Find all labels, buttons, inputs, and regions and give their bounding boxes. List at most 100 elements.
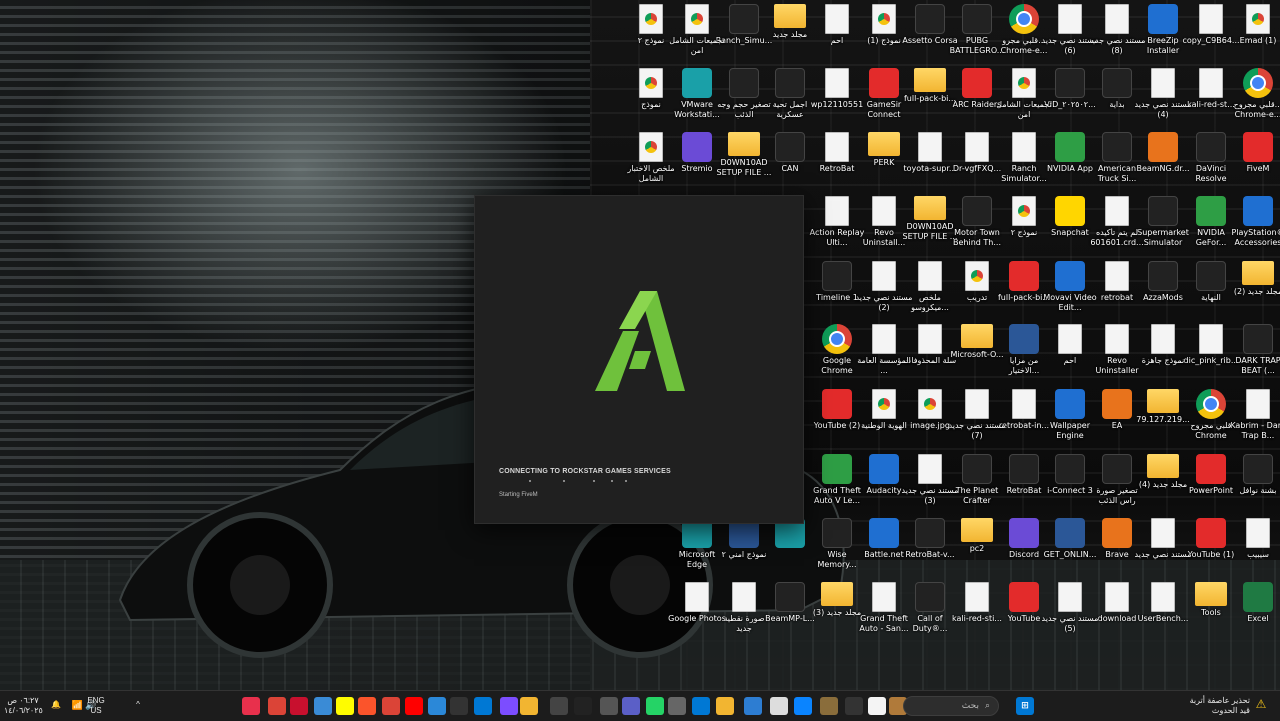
taskbar-app-extra-1[interactable]: [845, 697, 863, 715]
chromedoc-icon: [965, 261, 989, 291]
blue-icon: [1055, 261, 1085, 291]
taskbar-app-notepad[interactable]: [770, 697, 788, 715]
language-indicator[interactable]: ENG US: [84, 696, 108, 716]
taskbar-app-chrome[interactable]: [382, 697, 400, 715]
doc-icon: [1246, 518, 1270, 548]
doc-icon: [825, 68, 849, 98]
doc-icon: [1151, 582, 1175, 612]
doc-icon: [1199, 324, 1223, 354]
desktop-icon-label: ملخص الاختبار الشامل: [627, 164, 675, 183]
taskbar-app-mail[interactable]: [692, 697, 710, 715]
taskbar-app-vpn[interactable]: [500, 697, 518, 715]
dark-icon: [729, 4, 759, 34]
desktop-icon-label: Google Photos: [668, 614, 726, 623]
taskbar-app-settings[interactable]: [314, 697, 332, 715]
taskbar-app-security[interactable]: [428, 697, 446, 715]
clock[interactable]: ٠٦:٢٧ ص ١٤/٠٦/٢٠٢٥: [4, 696, 43, 716]
taskbar-app-media[interactable]: [574, 697, 592, 715]
taskbar-app-tools[interactable]: [668, 697, 686, 715]
desktop-icon[interactable]: نموذج ٢: [623, 4, 679, 66]
red-icon: [1243, 132, 1273, 162]
dark-icon: [822, 261, 852, 291]
desktop-icon[interactable]: ملخص الاختبار الشامل: [623, 132, 679, 194]
search-icon: ⌕: [984, 701, 990, 711]
taskbar-app-es[interactable]: [600, 697, 618, 715]
desktop-icon-label: نموذج: [641, 100, 661, 109]
doc-icon: [685, 582, 709, 612]
red-icon: [1009, 582, 1039, 612]
taskbar-app-explorer[interactable]: [716, 697, 734, 715]
taskbar-search-box[interactable]: بحث ⌕: [903, 696, 999, 716]
red-icon: [822, 389, 852, 419]
taskbar-app-widgets[interactable]: [820, 697, 838, 715]
dark-icon: [729, 68, 759, 98]
desktop-icon[interactable]: نموذج: [623, 68, 679, 130]
clock-time: ٠٦:٢٧ ص: [7, 696, 39, 705]
chromedoc-icon: [872, 4, 896, 34]
taskbar-app-fivem[interactable]: [242, 697, 260, 715]
doc-icon: [1199, 68, 1223, 98]
taskbar-app-folder[interactable]: [520, 697, 538, 715]
desktop-icon[interactable]: YouTube (2): [809, 389, 865, 451]
progress-dot: [625, 480, 627, 482]
fivem-loading-window[interactable]: CONNECTING TO ROCKSTAR GAMES SERVICES St…: [474, 195, 804, 524]
desktop-icon[interactable]: Tools: [1183, 582, 1239, 644]
desktop-icon-label: Timeline 1: [816, 293, 858, 302]
desktop-icon[interactable]: Grand Theft Auto V Le...: [809, 454, 865, 516]
folder-icon: [914, 196, 946, 220]
dark-icon: [1102, 132, 1132, 162]
taskbar-app-youtube[interactable]: [405, 697, 423, 715]
desktop-icon[interactable]: YouTube (1): [1183, 518, 1239, 580]
start-button[interactable]: ⊞: [1016, 697, 1034, 715]
dark-icon: [1148, 261, 1178, 291]
doc-icon: [1151, 324, 1175, 354]
desktop-icon[interactable]: dic_pink_rib...: [1183, 324, 1239, 386]
chevron-up-icon[interactable]: ^: [132, 700, 144, 710]
desktop-icon[interactable]: Microsoft Edge: [669, 518, 725, 580]
desktop-icon[interactable]: Google Photos: [668, 582, 726, 644]
taskbar-app-opera[interactable]: [290, 697, 308, 715]
taskbar-app-store[interactable]: [744, 697, 762, 715]
desktop-icon[interactable]: kali-red-st...: [1183, 68, 1239, 130]
taskbar-app-extra-2[interactable]: [868, 697, 886, 715]
blue-icon: [1055, 389, 1085, 419]
desktop-icon[interactable]: DaVinci Resolve: [1183, 132, 1239, 194]
taskbar-app-whatsapp[interactable]: [646, 697, 664, 715]
doc-icon: [965, 389, 989, 419]
taskbar-app-snapchat[interactable]: [336, 697, 354, 715]
weather-title: تحذير عاصفة أتربة: [1189, 696, 1250, 705]
taskbar-app-photos[interactable]: [794, 697, 812, 715]
taskbar-app-brave[interactable]: [358, 697, 376, 715]
desktop-icon[interactable]: copy_C9B64...: [1182, 4, 1240, 66]
desktop-icon-label: نموذج ٢: [637, 36, 665, 45]
desktop-icon-label: Google Chrome: [821, 356, 853, 375]
dark-icon: [1243, 454, 1273, 484]
desktop-icon[interactable]: Timeline 1: [809, 261, 865, 323]
folder-icon: [1195, 582, 1227, 606]
doc-icon: [872, 261, 896, 291]
doc-icon: [965, 132, 989, 162]
dark-icon: [1196, 132, 1226, 162]
desktop-icon[interactable]: Action Replay Ulti...: [809, 196, 865, 258]
doc-icon: [965, 582, 989, 612]
desktop-icon-label: Action Replay Ulti...: [809, 228, 865, 247]
dark-icon: [1102, 68, 1132, 98]
taskbar-app-g-hub[interactable]: [450, 697, 468, 715]
doc-icon: [872, 582, 896, 612]
folder-icon: [1242, 261, 1274, 285]
dark-icon: [1243, 324, 1273, 354]
notification-icon[interactable]: 🔔: [50, 700, 62, 710]
desktop-icon[interactable]: NVIDIA GeFor...: [1183, 196, 1239, 258]
purple-icon: [682, 132, 712, 162]
taskbar-app-terminal[interactable]: [550, 697, 568, 715]
doc-icon: [1058, 4, 1082, 34]
blue-icon: [869, 518, 899, 548]
desktop-icon[interactable]: Google Chrome: [809, 324, 865, 386]
desktop-icon[interactable]: النهاية: [1183, 261, 1239, 323]
taskbar-app-outlook[interactable]: [474, 697, 492, 715]
folder-icon: [961, 518, 993, 542]
weather-widget[interactable]: تحذير عاصفة أتربة قيد الحدوث: [1172, 696, 1250, 716]
taskbar-app-chrome[interactable]: [268, 697, 286, 715]
taskbar-app-teams[interactable]: [622, 697, 640, 715]
progress-dot: [563, 480, 565, 482]
